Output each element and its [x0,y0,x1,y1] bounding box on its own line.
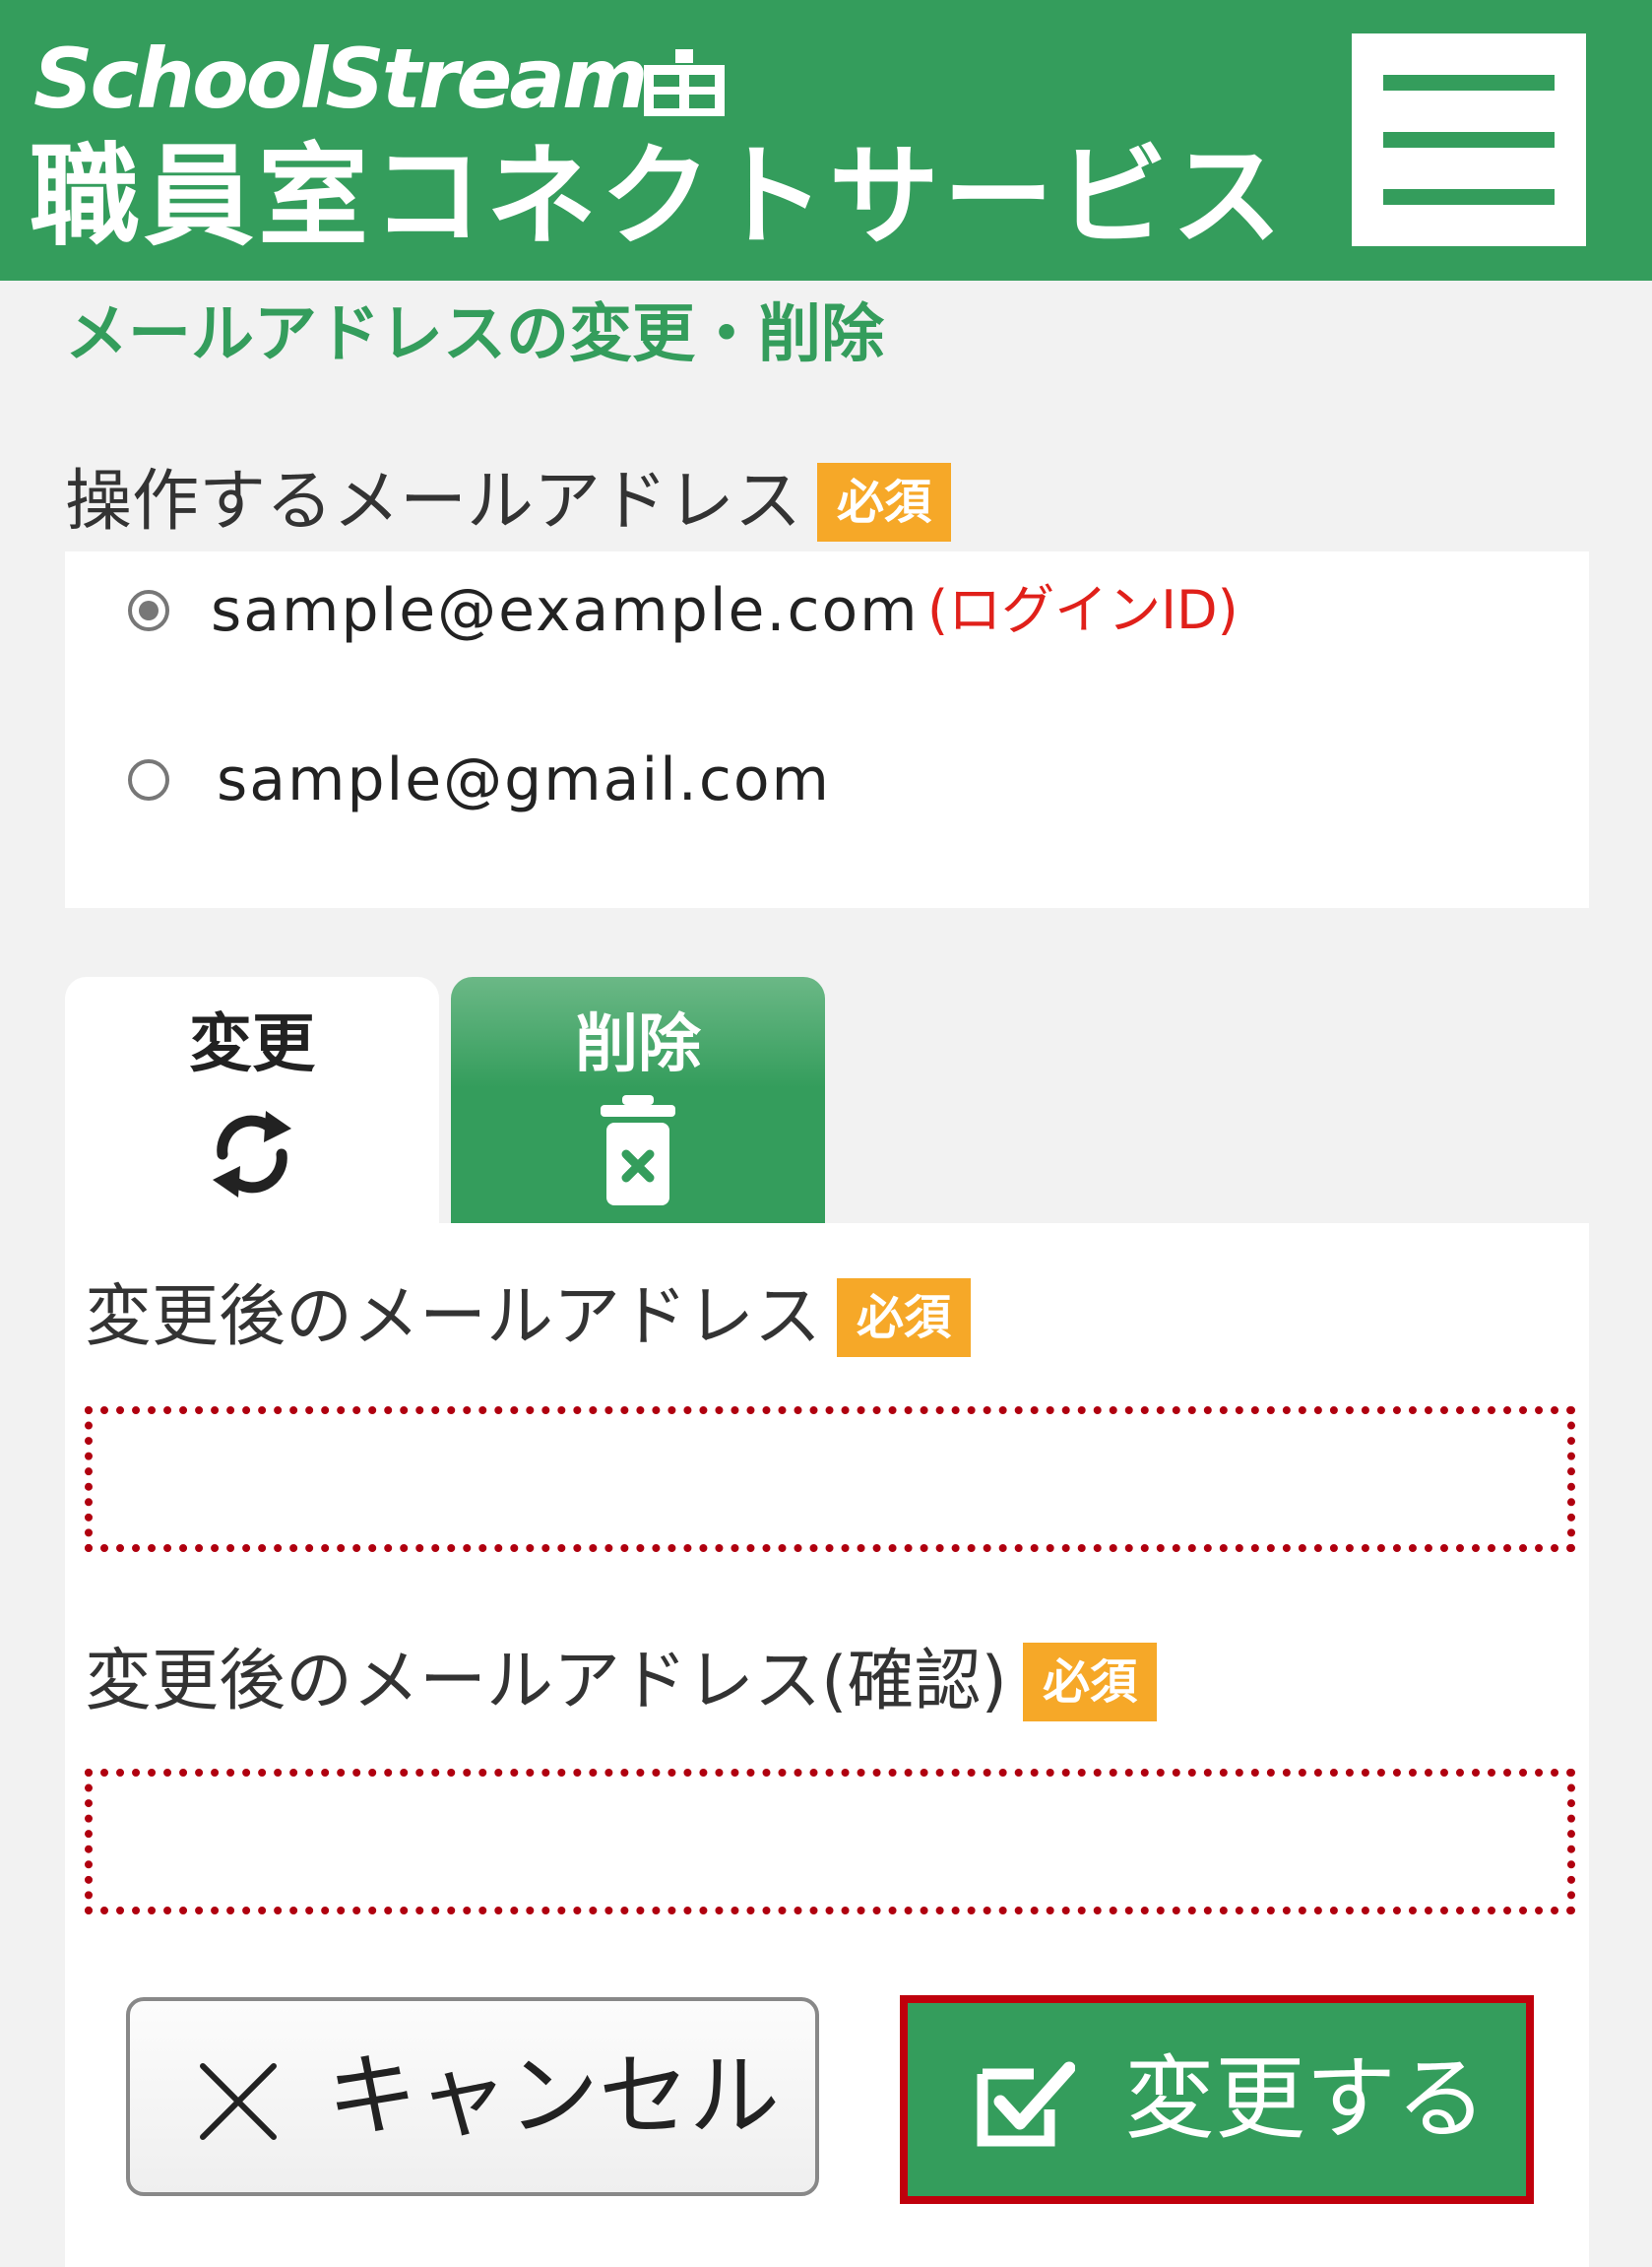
confirm-email-label-text: 変更後のメールアドレス(確認) [85,1643,1008,1720]
school-building-icon [644,49,725,116]
radio-button-unchecked[interactable] [128,759,169,801]
hamburger-bar [1383,189,1555,205]
app-header: SchoolStream 職員室コネクトサービス [0,0,1652,281]
hamburger-menu-icon [1383,75,1555,91]
new-email-label: 変更後のメールアドレス 必須 [85,1276,972,1359]
service-name: 職員室コネクトサービス [30,133,1286,261]
radio-option-example[interactable]: sample@example.com (ログインID) [65,561,1589,660]
hamburger-bar [1383,132,1555,148]
required-badge: 必須 [817,463,952,542]
tab-change-label: 変更 [189,1008,315,1081]
cancel-button[interactable]: キャンセル [126,1997,819,2196]
target-email-label: 操作するメールアドレス 必須 [65,461,952,544]
submit-button-label: 変更する [1124,2049,1488,2150]
tab-delete[interactable]: 削除 [451,977,825,1223]
radio-option-label: sample@example.com [211,576,920,645]
radio-option-gmail[interactable]: sample@gmail.com [65,731,1589,829]
page-title: メールアドレスの変更・削除 [65,298,884,371]
login-id-note: (ログインID) [927,579,1239,641]
refresh-icon [213,1111,291,1198]
target-email-radio-group: sample@example.com (ログインID) sample@gmail… [65,551,1589,908]
target-email-label-text: 操作するメールアドレス [65,463,802,541]
tab-delete-label: 削除 [575,1008,701,1081]
radio-button-checked[interactable] [128,590,169,631]
new-email-input[interactable] [85,1406,1575,1552]
brand-logo-text: SchoolStream [33,31,649,127]
cancel-button-label: キャンセル [327,2046,781,2147]
tab-change[interactable]: 変更 [65,977,439,1223]
trash-icon [601,1095,675,1205]
radio-option-label: sample@gmail.com [217,745,832,814]
confirm-email-label: 変更後のメールアドレス(確認) 必須 [85,1641,1158,1723]
required-badge: 必須 [1023,1643,1158,1721]
required-badge: 必須 [837,1278,972,1357]
checkbox-check-icon [977,2061,1075,2147]
submit-change-button[interactable]: 変更する [900,1995,1534,2204]
hamburger-menu-button[interactable] [1352,33,1586,246]
confirm-email-input[interactable] [85,1769,1575,1914]
new-email-label-text: 変更後のメールアドレス [85,1278,822,1356]
close-icon [200,2063,277,2140]
